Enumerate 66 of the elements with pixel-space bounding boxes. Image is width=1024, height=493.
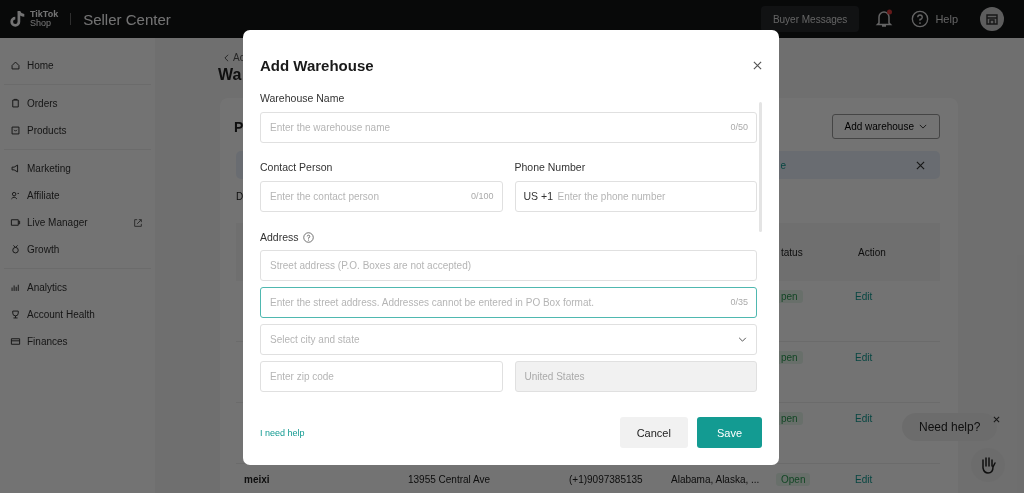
field-label: Warehouse Name xyxy=(260,92,346,106)
sidebar-item[interactable]: Products xyxy=(0,117,155,144)
table-cell: meixi xyxy=(244,474,270,485)
store-avatar-icon[interactable] xyxy=(980,7,1004,31)
zip-code-field[interactable]: Enter zip code xyxy=(260,361,503,392)
sidebar-item[interactable]: Home xyxy=(0,52,155,79)
sidebar-item[interactable]: Account Health xyxy=(0,301,155,328)
edit-link[interactable]: Edit xyxy=(853,413,873,424)
buyer-messages-button[interactable]: Buyer Messages xyxy=(760,6,860,32)
character-counter: 0/50 xyxy=(730,122,748,132)
character-counter: 0/100 xyxy=(470,191,494,201)
help-icon[interactable] xyxy=(302,231,314,243)
box-icon xyxy=(10,125,21,136)
video-icon xyxy=(10,217,21,228)
home-icon xyxy=(10,60,21,71)
country-code[interactable]: US +1 xyxy=(523,190,553,202)
back-chevron-icon[interactable] xyxy=(224,53,229,62)
table-cell: 13955 Central Ave xyxy=(408,474,491,485)
save-button[interactable]: Save xyxy=(696,417,762,448)
bell-icon[interactable] xyxy=(875,9,894,29)
column-header: tatus xyxy=(780,246,804,258)
city-state-select[interactable]: Select city and state xyxy=(260,324,757,355)
add-warehouse-button[interactable]: Add warehouse xyxy=(831,114,940,139)
close-icon[interactable] xyxy=(753,60,762,70)
description-text: D xyxy=(236,191,244,204)
sidebar-item[interactable]: Marketing xyxy=(0,155,155,182)
edit-link[interactable]: Edit xyxy=(853,291,873,302)
field-label: Phone Number xyxy=(514,161,587,175)
cancel-button[interactable]: Cancel xyxy=(619,417,688,448)
status-badge: Open xyxy=(776,473,811,486)
table-cell: Alabama, Alaska, ... xyxy=(671,474,760,485)
edit-link[interactable]: Edit xyxy=(853,474,873,485)
column-header: Action xyxy=(857,246,887,258)
close-icon[interactable] xyxy=(993,416,1000,423)
sidebar-item[interactable]: Affiliate xyxy=(0,182,155,209)
caret-icon xyxy=(919,124,927,129)
help-link[interactable]: I need help xyxy=(260,427,305,438)
banner-text: e xyxy=(780,159,786,171)
chevron-down-icon xyxy=(738,337,747,342)
card-heading: P xyxy=(234,118,244,135)
edit-link[interactable]: Edit xyxy=(853,352,873,363)
product-title: Seller Center xyxy=(83,10,171,28)
logo-icon xyxy=(9,9,27,29)
help-link[interactable]: Help xyxy=(935,13,958,25)
external-link-icon[interactable] xyxy=(133,218,143,228)
character-counter: 0/35 xyxy=(730,297,748,307)
bar-chart-icon xyxy=(10,282,21,293)
logo-subtitle: Shop xyxy=(30,19,53,28)
sidebar-item[interactable]: Live Manager xyxy=(0,209,155,236)
sidebar-item[interactable]: Analytics xyxy=(0,274,155,301)
medal-icon xyxy=(10,244,21,255)
table-cell: (+1)9097385135 xyxy=(569,474,643,485)
field-label: Contact Person xyxy=(260,161,334,175)
dialog-title: Add Warehouse xyxy=(260,56,374,74)
people-icon xyxy=(10,190,21,201)
wallet-icon xyxy=(10,336,21,347)
field-label: Address xyxy=(260,231,299,243)
megaphone-icon xyxy=(10,163,21,174)
close-icon[interactable] xyxy=(916,160,925,170)
sidebar-item[interactable]: Orders xyxy=(0,90,155,117)
page-title: Wa xyxy=(218,65,242,85)
trophy-icon xyxy=(10,309,21,320)
sidebar-item[interactable]: Finances xyxy=(0,328,155,355)
logo-wordmark: TikTok xyxy=(30,10,59,19)
sidebar-item[interactable]: Growth xyxy=(0,236,155,263)
clipboard-icon xyxy=(10,98,21,109)
